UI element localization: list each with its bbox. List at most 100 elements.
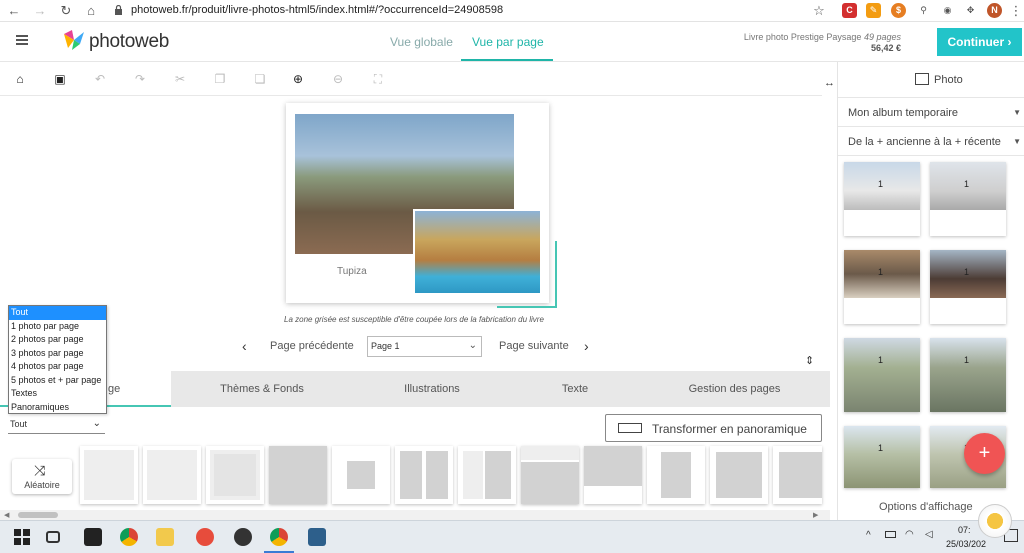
layout-template[interactable]: [395, 446, 453, 504]
filter-option[interactable]: Textes: [9, 387, 106, 401]
filter-option[interactable]: 4 photos par page: [9, 360, 106, 374]
scroll-left-icon[interactable]: ◀: [4, 511, 9, 519]
tab-vue-par-page[interactable]: Vue par page: [472, 35, 544, 49]
filter-option[interactable]: 1 photo par page: [9, 320, 106, 334]
wifi-icon[interactable]: ◠: [905, 529, 914, 540]
page-photo-secondary[interactable]: [413, 209, 542, 295]
taskbar-app-icon[interactable]: [196, 528, 214, 546]
clock-time[interactable]: 07:: [958, 525, 971, 535]
sort-select[interactable]: De la + ancienne à la + récente ▼: [838, 128, 1024, 156]
bleed-disclaimer: La zone grisée est susceptible d'être co…: [284, 315, 544, 324]
home-icon[interactable]: ⌂: [12, 71, 28, 87]
home-icon[interactable]: ⌂: [83, 3, 99, 19]
expand-collapse-icon[interactable]: ⇕: [805, 354, 814, 367]
puzzle-icon[interactable]: ✥: [963, 3, 978, 18]
zoom-out-icon[interactable]: ⊖: [330, 71, 346, 87]
photo-thumbnail[interactable]: 1: [930, 162, 1006, 236]
tab-themes-fonds[interactable]: Thèmes & Fonds: [171, 371, 353, 407]
taskbar-app-icon[interactable]: [84, 528, 102, 546]
extension-icon[interactable]: $: [891, 3, 906, 18]
extension-icon[interactable]: C: [842, 3, 857, 18]
add-photo-button[interactable]: +: [964, 433, 1005, 474]
filter-option[interactable]: Panoramiques: [9, 401, 106, 415]
resize-panel-icon[interactable]: ↔: [824, 77, 835, 89]
tab-texte[interactable]: Texte: [511, 371, 639, 407]
address-bar[interactable]: photoweb.fr/produit/livre-photos-html5/i…: [131, 4, 503, 16]
volume-icon[interactable]: ◁: [925, 529, 933, 540]
cut-icon[interactable]: ✂: [172, 71, 188, 87]
tab-gestion-pages[interactable]: Gestion des pages: [639, 371, 830, 407]
photo-thumbnail[interactable]: 1: [844, 250, 920, 324]
photo-thumbnail[interactable]: 1: [930, 250, 1006, 324]
photo-panel-header[interactable]: Photo: [838, 62, 1024, 98]
page-select[interactable]: Page 1 ⌄: [367, 336, 482, 357]
redo-icon[interactable]: ↷: [132, 71, 148, 87]
photo-thumbnail[interactable]: 1: [844, 162, 920, 236]
layout-template[interactable]: [206, 446, 264, 504]
photo-caption[interactable]: Tupiza: [337, 266, 367, 277]
filter-option[interactable]: 2 photos par page: [9, 333, 106, 347]
taskbar-app-icon[interactable]: [308, 528, 326, 546]
random-layout-button[interactable]: ⤨ Aléatoire: [12, 459, 72, 494]
prev-page-link[interactable]: Page précédente: [270, 340, 354, 352]
photo-thumbnail[interactable]: 1: [844, 426, 920, 488]
copy-icon[interactable]: ❐: [212, 71, 228, 87]
forward-icon[interactable]: →: [32, 3, 48, 19]
scrollbar-thumb[interactable]: [18, 512, 58, 518]
chrome-profile-icon[interactable]: [270, 528, 288, 546]
layout-template[interactable]: [521, 446, 579, 504]
display-options-link[interactable]: Options d'affichage: [879, 501, 973, 513]
photoweb-logo-icon: [64, 30, 84, 50]
layout-template[interactable]: [773, 446, 822, 504]
layout-template[interactable]: [584, 446, 642, 504]
layout-template[interactable]: [269, 446, 327, 504]
extension-icon[interactable]: ✎: [866, 3, 881, 18]
chrome-icon[interactable]: [120, 528, 138, 546]
save-icon[interactable]: ▣: [52, 71, 68, 87]
layout-template[interactable]: [647, 446, 705, 504]
layout-filter-select[interactable]: Tout ⌄: [8, 415, 105, 434]
horizontal-scrollbar[interactable]: ◀ ▶: [0, 510, 830, 520]
tab-illustrations[interactable]: Illustrations: [353, 371, 511, 407]
photo-thumbnail[interactable]: 1: [844, 338, 920, 412]
layout-template[interactable]: [458, 446, 516, 504]
continue-button[interactable]: Continuer ›: [937, 28, 1022, 56]
zoom-in-icon[interactable]: ⊕: [290, 71, 306, 87]
paste-icon[interactable]: ❏: [252, 71, 268, 87]
logo-text[interactable]: photoweb: [89, 31, 169, 53]
filter-option[interactable]: 3 photos par page: [9, 347, 106, 361]
windows-start-icon[interactable]: [14, 529, 30, 545]
scroll-right-icon[interactable]: ▶: [813, 511, 818, 519]
photo-thumbnail[interactable]: 1: [930, 338, 1006, 412]
hamburger-menu-icon[interactable]: [16, 35, 28, 45]
layout-template[interactable]: [143, 446, 201, 504]
layout-template[interactable]: [80, 446, 138, 504]
photo-panel-title: Photo: [934, 74, 963, 86]
pin-icon[interactable]: ⚲: [916, 3, 931, 18]
reload-icon[interactable]: ↻: [58, 3, 74, 19]
album-select[interactable]: Mon album temporaire ▼: [838, 99, 1024, 127]
clock-date[interactable]: 25/03/202: [946, 539, 986, 549]
layout-template[interactable]: [710, 446, 768, 504]
bookmark-star-icon[interactable]: ☆: [811, 3, 827, 19]
menu-kebab-icon[interactable]: ⋮: [1008, 3, 1024, 19]
panorama-button[interactable]: Transformer en panoramique: [605, 414, 822, 442]
filter-option[interactable]: 5 photos et + par page: [9, 374, 106, 388]
extension-icon[interactable]: ◉: [940, 3, 955, 18]
tab-vue-globale[interactable]: Vue globale: [390, 35, 453, 49]
layout-template[interactable]: [332, 446, 390, 504]
undo-icon[interactable]: ↶: [92, 71, 108, 87]
prev-page-arrow-icon[interactable]: ‹: [242, 338, 247, 354]
next-page-arrow-icon[interactable]: ›: [584, 338, 589, 354]
next-page-link[interactable]: Page suivante: [499, 340, 569, 352]
show-hidden-icons-icon[interactable]: ^: [866, 530, 871, 541]
filter-option[interactable]: Tout: [9, 306, 106, 320]
task-view-icon[interactable]: [46, 531, 60, 543]
media-player-icon[interactable]: [234, 528, 252, 546]
battery-icon[interactable]: [885, 531, 896, 538]
back-icon[interactable]: ←: [6, 3, 22, 19]
browser-toolbar: ← → ↻ ⌂ photoweb.fr/produit/livre-photos…: [0, 0, 1024, 22]
file-explorer-icon[interactable]: [156, 528, 174, 546]
fit-screen-icon[interactable]: ⛶: [370, 71, 386, 87]
profile-avatar[interactable]: N: [987, 3, 1002, 18]
